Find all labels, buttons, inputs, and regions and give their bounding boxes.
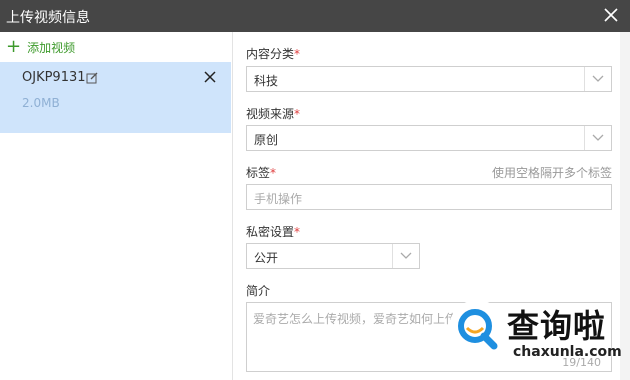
- tags-label-text: 标签: [246, 166, 271, 180]
- required-mark: *: [294, 107, 301, 121]
- privacy-label-text: 私密设置: [246, 225, 295, 239]
- watermark-domain: chaxunla.com: [513, 344, 622, 360]
- privacy-select[interactable]: 公开: [246, 243, 420, 269]
- dialog-title: 上传视频信息: [6, 10, 90, 26]
- video-file-size: 2.0MB: [22, 96, 60, 110]
- source-select[interactable]: 原创: [246, 125, 612, 151]
- magnifier-icon: [458, 309, 498, 350]
- dialog-titlebar: 上传视频信息: [0, 0, 630, 32]
- required-mark: *: [294, 47, 301, 61]
- video-list-item[interactable]: OJKP9131 2.0MB: [0, 62, 231, 133]
- intro-label: 简介: [246, 282, 270, 299]
- tags-input[interactable]: 手机操作: [246, 184, 612, 210]
- intro-label-text: 简介: [246, 284, 271, 298]
- intro-text: 爱奇艺怎么上传视频，爱奇艺如何上传: [253, 312, 458, 326]
- required-mark: *: [270, 166, 277, 180]
- close-icon[interactable]: [602, 6, 620, 24]
- category-label-text: 内容分类: [246, 47, 295, 61]
- video-list-panel: + 添加视频 OJKP9131 2.0MB: [0, 32, 233, 380]
- privacy-label: 私密设置*: [246, 223, 300, 240]
- source-label: 视频来源*: [246, 105, 300, 122]
- remove-video-icon[interactable]: [203, 70, 217, 84]
- tags-hint: 使用空格隔开多个标签: [491, 166, 612, 180]
- source-value: 原创: [254, 133, 279, 147]
- chevron-down-icon[interactable]: [392, 244, 419, 268]
- tags-placeholder: 手机操作: [254, 192, 303, 206]
- chevron-down-icon[interactable]: [584, 126, 611, 150]
- chevron-down-icon[interactable]: [584, 67, 611, 91]
- plus-icon: +: [6, 36, 22, 57]
- category-label: 内容分类*: [246, 45, 300, 62]
- category-value: 科技: [254, 74, 279, 88]
- privacy-value: 公开: [254, 251, 279, 265]
- tags-label: 标签*: [246, 164, 276, 181]
- source-label-text: 视频来源: [246, 107, 295, 121]
- required-mark: *: [294, 225, 301, 239]
- add-video-label: 添加视频: [27, 40, 76, 55]
- add-video-button[interactable]: + 添加视频: [6, 36, 75, 58]
- edit-icon[interactable]: [86, 72, 98, 84]
- category-select[interactable]: 科技: [246, 66, 612, 92]
- watermark-logo: 查询啦 chaxunla.com: [449, 291, 625, 371]
- video-file-name: OJKP9131: [22, 70, 86, 85]
- watermark-brand: 查询啦: [507, 307, 607, 345]
